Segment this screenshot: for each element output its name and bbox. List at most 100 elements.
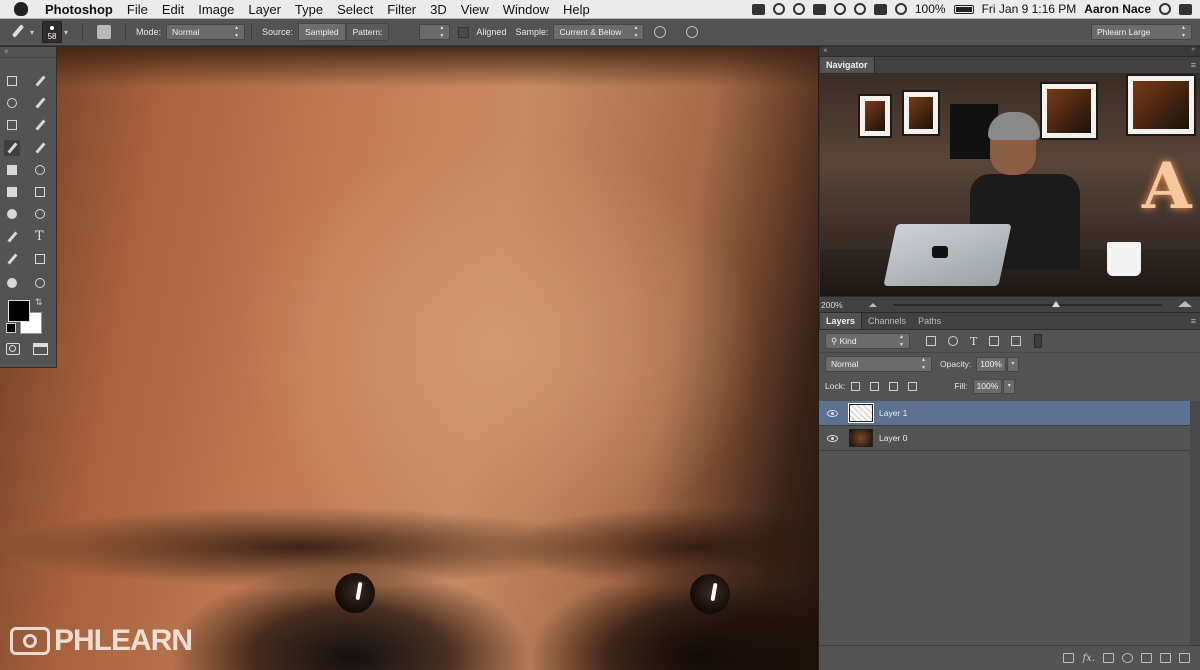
user-name[interactable]: Aaron Nace (1084, 2, 1151, 16)
quick-mask-icon[interactable] (6, 343, 20, 355)
rectangle-shape-icon[interactable] (32, 251, 48, 267)
opacity-field[interactable]: 100% (976, 356, 1006, 372)
menu-view[interactable]: View (454, 2, 496, 17)
close-icon[interactable]: × (823, 46, 828, 55)
marquee-icon[interactable] (4, 73, 20, 89)
type-icon[interactable] (32, 229, 48, 245)
path-selection-icon[interactable] (4, 251, 20, 267)
layer-row-layer-0[interactable]: Layer 0 (819, 426, 1190, 451)
kind-filter-select[interactable]: ⚲ Kind (825, 333, 910, 349)
link-layers-icon[interactable] (1063, 653, 1075, 663)
tab-channels[interactable]: Channels (862, 313, 912, 329)
brush-picker-caret-icon[interactable]: ▾ (64, 28, 68, 37)
mode-select[interactable]: Normal (166, 24, 246, 40)
list-icon[interactable] (1179, 3, 1192, 15)
evernote-icon[interactable] (812, 3, 826, 15)
panel-menu-icon[interactable]: ≡ (1191, 60, 1196, 70)
tab-paths[interactable]: Paths (912, 313, 947, 329)
navigator-thumbnail[interactable]: A (820, 74, 1200, 296)
gradient-icon[interactable] (32, 184, 48, 200)
filter-toggle[interactable] (1034, 334, 1043, 348)
menu-layer[interactable]: Layer (241, 2, 288, 17)
skype-icon[interactable] (833, 3, 846, 15)
tool-preset-icon[interactable] (10, 23, 28, 41)
clock[interactable]: Fri Jan 9 1:16 PM (982, 2, 1077, 16)
notification-bell-icon[interactable] (772, 3, 785, 15)
ignore-adjustment-layers-icon[interactable] (654, 26, 667, 38)
facetime-icon[interactable] (751, 3, 765, 15)
wifi-icon[interactable] (894, 3, 907, 15)
adjustment-layer-icon[interactable] (1122, 653, 1133, 663)
add-mask-icon[interactable] (1103, 653, 1114, 663)
toolbox-grip[interactable]: × (0, 47, 56, 58)
menu-help[interactable]: Help (556, 2, 597, 17)
tab-navigator[interactable]: Navigator (819, 56, 875, 73)
opacity-slider-icon[interactable]: ▾ (1006, 356, 1019, 372)
sample-select[interactable]: Current & Below (553, 24, 645, 40)
move-icon[interactable] (32, 73, 48, 89)
crop-icon[interactable] (4, 117, 20, 133)
zoom-icon[interactable] (32, 275, 48, 291)
fill-slider-icon[interactable]: ▾ (1003, 378, 1016, 394)
menu-type[interactable]: Type (288, 2, 330, 17)
source-sampled-button[interactable]: Sampled (298, 23, 346, 41)
dodge-icon[interactable] (32, 206, 48, 222)
layer-row-layer-1[interactable]: Layer 1 (819, 401, 1190, 426)
type-layer-filter-icon[interactable]: T (970, 335, 977, 348)
default-colors-icon[interactable] (6, 323, 16, 333)
document-canvas[interactable]: PHLEARN (0, 47, 818, 670)
zoom-slider[interactable] (893, 301, 1162, 307)
shape-layer-filter-icon[interactable] (989, 336, 1000, 346)
lock-transparent-icon[interactable] (851, 381, 861, 391)
magic-wand-icon[interactable] (32, 95, 48, 111)
apple-menu-icon[interactable] (14, 2, 28, 16)
eyedropper-icon[interactable] (32, 117, 48, 133)
chevron-down-icon[interactable]: ▾ (30, 28, 34, 37)
lock-all-icon[interactable] (908, 381, 918, 391)
battery-icon[interactable] (953, 4, 974, 14)
tab-layers[interactable]: Layers (819, 312, 863, 329)
zoom-in-icon[interactable] (1178, 301, 1192, 307)
hand-icon[interactable] (4, 275, 20, 291)
sync-icon[interactable] (853, 3, 866, 15)
smart-object-filter-icon[interactable] (1011, 336, 1022, 346)
new-group-icon[interactable] (1141, 653, 1152, 663)
app-menu[interactable]: Photoshop (38, 2, 120, 17)
menu-select[interactable]: Select (330, 2, 380, 17)
screen-mode-icon[interactable] (33, 343, 48, 355)
blur-icon[interactable] (4, 206, 20, 222)
battery-percent[interactable]: 100% (915, 2, 946, 16)
menu-edit[interactable]: Edit (155, 2, 191, 17)
panel-menu-icon[interactable]: ≡ (1191, 316, 1196, 326)
workspace-select[interactable]: Phlearn Large (1091, 24, 1192, 40)
swap-colors-icon[interactable]: ⇅ (35, 297, 43, 308)
menu-3d[interactable]: 3D (423, 2, 454, 17)
menu-filter[interactable]: Filter (380, 2, 423, 17)
creative-cloud-icon[interactable] (792, 3, 805, 15)
menu-image[interactable]: Image (191, 2, 241, 17)
search-icon[interactable] (1159, 3, 1171, 15)
layer-name[interactable]: Layer 0 (879, 433, 907, 443)
menu-window[interactable]: Window (496, 2, 556, 17)
menu-file[interactable]: File (120, 2, 155, 17)
blend-mode-select[interactable]: Normal (825, 356, 932, 372)
brush-preset-picker[interactable]: 58 (42, 21, 63, 43)
pressure-size-icon[interactable] (686, 26, 699, 38)
lasso-icon[interactable] (4, 95, 20, 111)
layers-scrollbar[interactable] (1190, 401, 1200, 646)
layer-style-icon[interactable]: fx. (1082, 653, 1095, 664)
spot-healing-brush-icon[interactable] (4, 140, 20, 156)
clone-stamp-icon[interactable] (4, 162, 20, 178)
visibility-eye-icon[interactable] (823, 409, 841, 417)
layer-name[interactable]: Layer 1 (879, 408, 907, 418)
clone-source-panel-icon[interactable] (97, 25, 112, 39)
history-brush-icon[interactable] (32, 162, 48, 178)
brush-icon[interactable] (32, 140, 48, 156)
foreground-color-swatch[interactable] (8, 300, 30, 322)
pen-icon[interactable] (4, 229, 20, 245)
collapse-icon[interactable]: » (1191, 46, 1195, 53)
zoom-out-icon[interactable] (869, 302, 877, 307)
navigator-zoom-value[interactable]: 200% (819, 300, 861, 310)
lock-image-icon[interactable] (870, 381, 880, 391)
source-pattern-button[interactable]: Pattern: (345, 23, 390, 41)
